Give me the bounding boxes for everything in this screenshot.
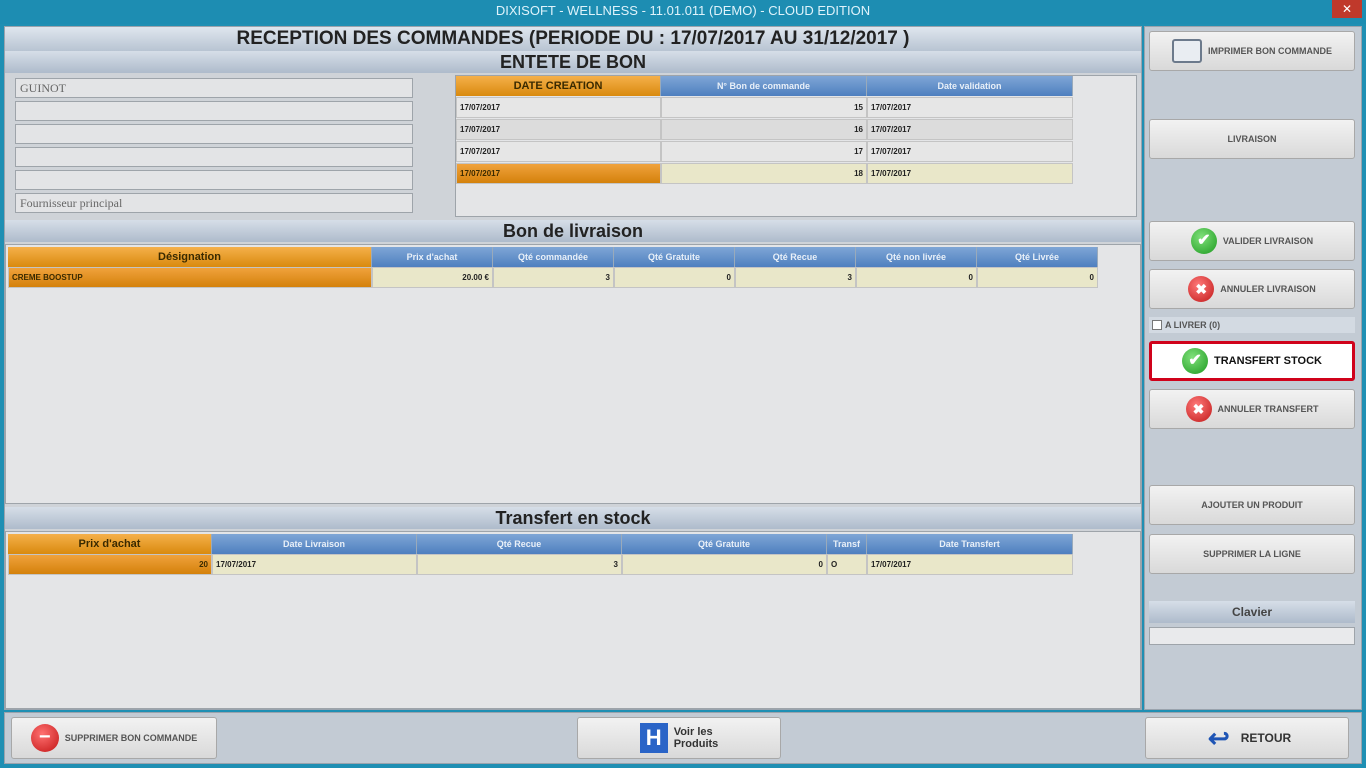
entete-field-3[interactable] [15, 124, 413, 144]
col-bon-commande[interactable]: N° Bon de commande [661, 76, 867, 96]
table-cell[interactable]: 3 [493, 267, 614, 288]
bottom-toolbar: − SUPPRIMER BON COMMANDE H Voir les Prod… [4, 712, 1362, 764]
delete-order-label: SUPPRIMER BON COMMANDE [64, 733, 198, 743]
col-qte-livree[interactable]: Qté Livrée [977, 247, 1098, 267]
table-cell[interactable]: O [827, 554, 867, 575]
add-product-label: AJOUTER UN PRODUIT [1201, 500, 1303, 510]
table-row-selected[interactable]: 17/07/2017 [456, 163, 661, 184]
col-prix-achat[interactable]: Prix d'achat [372, 247, 493, 267]
table-cell[interactable]: 17/07/2017 [867, 141, 1073, 162]
view-products-button[interactable]: H Voir les Produits [577, 717, 781, 759]
col-transfert-qte-gratuite[interactable]: Qté Gratuite [622, 534, 827, 554]
back-button[interactable]: ↩ RETOUR [1145, 717, 1349, 759]
col-designation[interactable]: Désignation [8, 247, 372, 267]
col-qte-gratuite[interactable]: Qté Gratuite [614, 247, 735, 267]
entete-field-4[interactable] [15, 147, 413, 167]
col-date-creation[interactable]: DATE CREATION [456, 76, 661, 96]
entete-title: ENTETE DE BON [5, 51, 1141, 73]
window-titlebar: DIXISOFT - WELLNESS - 11.01.011 (DEMO) -… [0, 0, 1366, 24]
cancel-transfer-label: ANNULER TRANSFERT [1217, 404, 1319, 414]
main-panel: RECEPTION DES COMMANDES (PERIODE DU : 17… [4, 26, 1142, 710]
transfert-title: Transfert en stock [5, 507, 1141, 529]
back-label: RETOUR [1240, 731, 1292, 745]
view-products-line2: Produits [673, 738, 719, 750]
print-order-button[interactable]: IMPRIMER BON COMMANDE [1149, 31, 1355, 71]
to-deliver-checkbox[interactable] [1152, 320, 1162, 330]
products-icon: H [639, 723, 668, 753]
table-cell[interactable]: 0 [977, 267, 1098, 288]
to-deliver-label: A LIVRER (0) [1165, 320, 1221, 330]
print-order-label: IMPRIMER BON COMMANDE [1208, 46, 1332, 56]
view-products-line1: Voir les [673, 726, 713, 738]
livraison-button[interactable]: LIVRAISON [1149, 119, 1355, 159]
check-icon: ✔ [1182, 348, 1209, 374]
table-cell[interactable]: 16 [661, 119, 867, 140]
validate-delivery-label: VALIDER LIVRAISON [1222, 236, 1314, 246]
back-arrow-icon: ↩ [1207, 723, 1230, 753]
table-cell[interactable]: 17/07/2017 [867, 163, 1073, 184]
keyboard-title: Clavier [1149, 601, 1355, 623]
col-qte-commandee[interactable]: Qté commandée [493, 247, 614, 267]
keyboard-input[interactable] [1149, 627, 1355, 645]
table-cell[interactable]: 0 [614, 267, 735, 288]
view-products-label: Voir les Produits [674, 726, 719, 750]
table-row[interactable]: 17/07/2017 [456, 97, 661, 118]
delete-line-button[interactable]: SUPPRIMER LA LIGNE [1149, 534, 1355, 574]
entete-field-2[interactable] [15, 101, 413, 121]
table-cell[interactable]: 20.00 € [372, 267, 493, 288]
action-sidebar: IMPRIMER BON COMMANDE LIVRAISON ✔ VALIDE… [1144, 26, 1362, 710]
cancel-icon: ✖ [1185, 396, 1212, 422]
delete-order-button[interactable]: − SUPPRIMER BON COMMANDE [11, 717, 217, 759]
orders-grid: DATE CREATION N° Bon de commande Date va… [455, 75, 1137, 217]
window-title: DIXISOFT - WELLNESS - 11.01.011 (DEMO) -… [495, 3, 871, 18]
col-transfert-qte-recue[interactable]: Qté Recue [417, 534, 622, 554]
table-cell[interactable]: 17/07/2017 [867, 119, 1073, 140]
stock-transfer-button[interactable]: ✔ TRANSFERT STOCK [1149, 341, 1355, 381]
col-date-transfert[interactable]: Date Transfert [867, 534, 1073, 554]
cancel-transfer-button[interactable]: ✖ ANNULER TRANSFERT [1149, 389, 1355, 429]
table-cell[interactable]: 17 [661, 141, 867, 162]
table-cell[interactable]: 18 [661, 163, 867, 184]
table-cell[interactable]: 17/07/2017 [867, 97, 1073, 118]
supplier-field[interactable]: GUINOT [15, 78, 413, 98]
table-row-selected[interactable]: CREME BOOSTUP [8, 267, 372, 288]
table-cell[interactable]: 3 [417, 554, 622, 575]
col-transfert-prix-achat[interactable]: Prix d'achat [8, 534, 212, 554]
livraison-grid: Désignation Prix d'achat Qté commandée Q… [5, 244, 1141, 504]
col-date-livraison[interactable]: Date Livraison [212, 534, 417, 554]
printer-icon [1172, 39, 1202, 63]
table-row-selected[interactable]: 20 [8, 554, 212, 575]
entete-field-5[interactable] [15, 170, 413, 190]
stock-transfer-label: TRANSFERT STOCK [1214, 355, 1322, 367]
col-date-validation[interactable]: Date validation [867, 76, 1073, 96]
cancel-delivery-button[interactable]: ✖ ANNULER LIVRAISON [1149, 269, 1355, 309]
table-cell[interactable]: 0 [856, 267, 977, 288]
cancel-delivery-label: ANNULER LIVRAISON [1220, 284, 1316, 294]
add-product-button[interactable]: AJOUTER UN PRODUIT [1149, 485, 1355, 525]
validate-delivery-button[interactable]: ✔ VALIDER LIVRAISON [1149, 221, 1355, 261]
cancel-icon: ✖ [1188, 276, 1215, 302]
col-qte-recue[interactable]: Qté Recue [735, 247, 856, 267]
table-cell[interactable]: 15 [661, 97, 867, 118]
to-deliver-checkbox-row[interactable]: A LIVRER (0) [1149, 317, 1355, 333]
page-title: RECEPTION DES COMMANDES (PERIODE DU : 17… [5, 27, 1141, 51]
col-qte-non-livree[interactable]: Qté non livrée [856, 247, 977, 267]
minus-icon: − [30, 724, 59, 752]
livraison-label: LIVRAISON [1227, 134, 1277, 144]
livraison-title: Bon de livraison [5, 220, 1141, 242]
table-cell[interactable]: 3 [735, 267, 856, 288]
col-transf[interactable]: Transf [827, 534, 867, 554]
supplier-type-field[interactable]: Fournisseur principal [15, 193, 413, 213]
table-cell[interactable]: 0 [622, 554, 827, 575]
delete-line-label: SUPPRIMER LA LIGNE [1203, 549, 1301, 559]
table-row[interactable]: 17/07/2017 [456, 119, 661, 140]
check-icon: ✔ [1190, 228, 1217, 254]
transfert-grid: Prix d'achat Date Livraison Qté Recue Qt… [5, 531, 1141, 709]
table-cell[interactable]: 17/07/2017 [867, 554, 1073, 575]
table-row[interactable]: 17/07/2017 [456, 141, 661, 162]
table-cell[interactable]: 17/07/2017 [212, 554, 417, 575]
close-icon[interactable]: ✕ [1332, 0, 1362, 18]
